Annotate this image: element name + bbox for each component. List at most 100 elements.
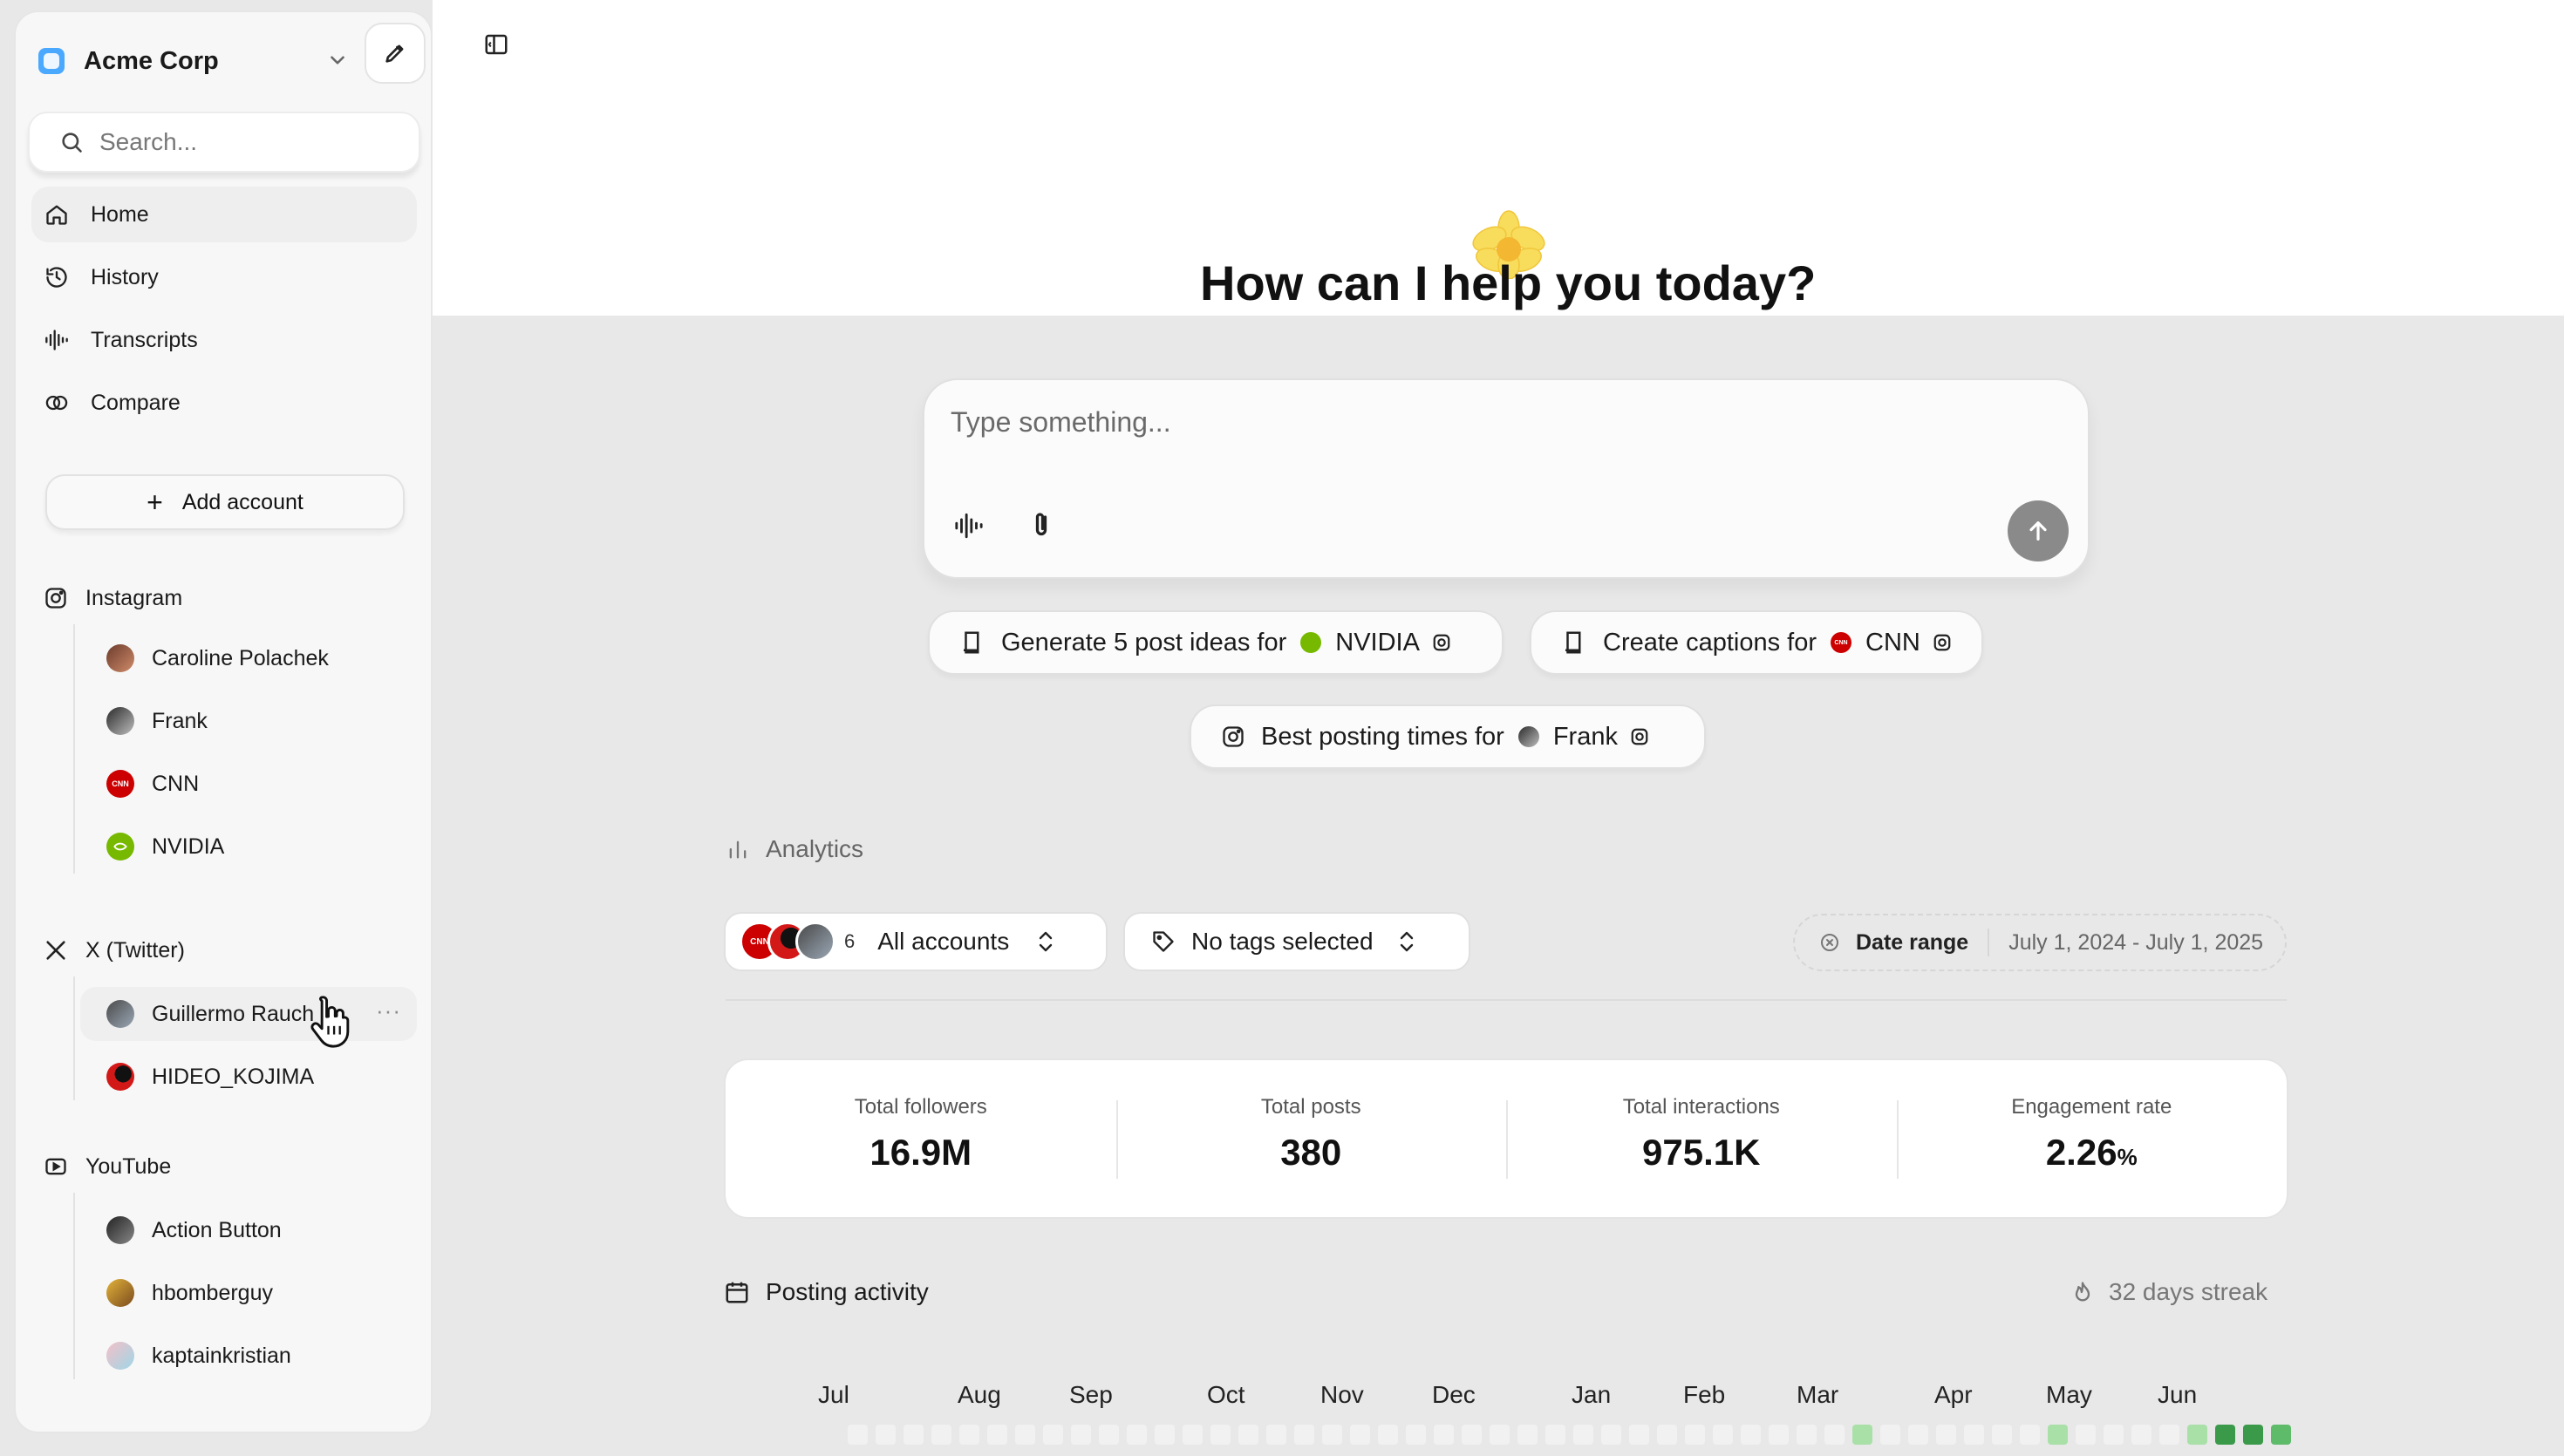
more-options-icon[interactable]: ··· [376, 997, 401, 1024]
heatmap-cell[interactable] [1601, 1425, 1621, 1445]
accounts-filter-select[interactable]: CNN 6 All accounts [724, 912, 1108, 971]
heatmap-cell[interactable] [1071, 1425, 1091, 1445]
heatmap-cell[interactable] [2131, 1425, 2151, 1445]
heatmap-cell[interactable] [2048, 1425, 2068, 1445]
heatmap-cell[interactable] [1685, 1425, 1705, 1445]
heatmap-cell[interactable] [1210, 1425, 1231, 1445]
heatmap-cell[interactable] [1294, 1425, 1314, 1445]
heatmap-cell[interactable] [2187, 1425, 2207, 1445]
heatmap-cell[interactable] [1797, 1425, 1817, 1445]
heatmap-cell[interactable] [1769, 1425, 1789, 1445]
heatmap-cell[interactable] [2243, 1425, 2263, 1445]
heatmap-cell[interactable] [1183, 1425, 1203, 1445]
heatmap-cell[interactable] [1434, 1425, 1454, 1445]
tags-filter-select[interactable]: No tags selected [1123, 912, 1470, 971]
heatmap-cell[interactable] [931, 1425, 951, 1445]
nav-item-home[interactable]: Home [31, 187, 417, 242]
heatmap-cell[interactable] [904, 1425, 924, 1445]
document-icon [1561, 629, 1587, 656]
heatmap-cell[interactable] [1713, 1425, 1733, 1445]
heatmap-cell[interactable] [1964, 1425, 1984, 1445]
heatmap-cell[interactable] [876, 1425, 896, 1445]
heatmap-cell[interactable] [1657, 1425, 1677, 1445]
heatmap-cell[interactable] [1908, 1425, 1928, 1445]
workspace-switcher[interactable]: Acme Corp [38, 30, 370, 92]
heatmap-cell[interactable] [1266, 1425, 1286, 1445]
heatmap-cell[interactable] [2020, 1425, 2040, 1445]
composer-input[interactable]: Type something... [951, 406, 1171, 439]
heatmap-cell[interactable] [1824, 1425, 1845, 1445]
heatmap-cell[interactable] [1015, 1425, 1035, 1445]
suggestion-chip-posting-times[interactable]: Best posting times for Frank [1190, 704, 1706, 769]
nvidia-logo-icon [106, 833, 134, 861]
heatmap-cell[interactable] [1127, 1425, 1147, 1445]
instagram-icon [1630, 727, 1649, 746]
account-item-kaptainkristian[interactable]: kaptainkristian [80, 1329, 417, 1383]
heatmap-cell[interactable] [1490, 1425, 1510, 1445]
heatmap-cell[interactable] [1155, 1425, 1175, 1445]
heatmap-cell[interactable] [2271, 1425, 2291, 1445]
voice-input-icon[interactable] [952, 511, 985, 541]
heatmap-cell[interactable] [1238, 1425, 1258, 1445]
month-label: Dec [1432, 1381, 1476, 1408]
stat-label: Engagement rate [2011, 1095, 2172, 1119]
heatmap-cell[interactable] [1350, 1425, 1370, 1445]
heatmap-cell[interactable] [1322, 1425, 1342, 1445]
heatmap-cell[interactable] [848, 1425, 868, 1445]
account-item-guillermo-rauch[interactable]: Guillermo Rauch ··· [80, 987, 417, 1041]
heatmap-cell[interactable] [2104, 1425, 2124, 1445]
nav-item-history[interactable]: History [31, 249, 417, 305]
platform-header-youtube[interactable]: YouTube [44, 1149, 171, 1184]
account-item-nvidia[interactable]: NVIDIA [80, 820, 417, 874]
account-item-cnn[interactable]: CNN CNN [80, 757, 417, 811]
suggestion-chip-post-ideas[interactable]: Generate 5 post ideas for NVIDIA [928, 610, 1504, 675]
heatmap-cell[interactable] [959, 1425, 979, 1445]
chat-composer[interactable]: Type something... [923, 378, 2090, 579]
platform-header-instagram[interactable]: Instagram [44, 581, 182, 616]
instagram-icon [1432, 633, 1451, 652]
search-input[interactable]: Search... [28, 112, 420, 173]
date-range-picker[interactable]: Date range July 1, 2024 - July 1, 2025 [1793, 914, 2287, 971]
heatmap-cell[interactable] [1741, 1425, 1761, 1445]
heatmap-cell[interactable] [1992, 1425, 2012, 1445]
heatmap-cell[interactable] [1880, 1425, 1900, 1445]
heatmap-cell[interactable] [1099, 1425, 1119, 1445]
heatmap-cell[interactable] [1629, 1425, 1649, 1445]
heatmap-cell[interactable] [987, 1425, 1007, 1445]
account-item-caroline-polachek[interactable]: Caroline Polachek [80, 631, 417, 685]
add-account-button[interactable]: + Add account [45, 474, 405, 530]
heatmap-cell[interactable] [1462, 1425, 1482, 1445]
heatmap-cell[interactable] [1406, 1425, 1426, 1445]
heatmap-cell[interactable] [1517, 1425, 1538, 1445]
send-button[interactable] [2008, 500, 2069, 561]
heatmap-cell[interactable] [2076, 1425, 2096, 1445]
clear-icon[interactable] [1819, 932, 1840, 953]
month-label: May [2046, 1381, 2092, 1408]
new-chat-button[interactable] [365, 23, 426, 84]
account-item-frank[interactable]: Frank [80, 694, 417, 748]
tree-line [73, 1193, 75, 1379]
account-item-hideo-kojima[interactable]: HIDEO_KOJIMA [80, 1050, 417, 1104]
heatmap-cell[interactable] [1043, 1425, 1063, 1445]
heatmap-cell[interactable] [1378, 1425, 1398, 1445]
nav-item-compare[interactable]: Compare [31, 375, 417, 431]
attachment-icon[interactable] [1026, 509, 1057, 541]
heatmap-cell[interactable] [1936, 1425, 1956, 1445]
heatmap-cell[interactable] [1573, 1425, 1593, 1445]
tags-filter-label: No tags selected [1191, 928, 1374, 955]
heatmap-cell[interactable] [2215, 1425, 2235, 1445]
avatar [106, 1342, 134, 1370]
account-name: NVIDIA [152, 833, 225, 859]
waveform-icon [44, 327, 70, 353]
account-item-hbomberguy[interactable]: hbomberguy [80, 1266, 417, 1320]
chevron-down-icon [331, 56, 344, 65]
heatmap-cell[interactable] [2159, 1425, 2179, 1445]
toggle-sidebar-icon[interactable] [483, 31, 509, 58]
stat-label: Total interactions [1622, 1095, 1780, 1119]
suggestion-chip-captions[interactable]: Create captions for CNN CNN [1530, 610, 1983, 675]
heatmap-cell[interactable] [1852, 1425, 1872, 1445]
nav-item-transcripts[interactable]: Transcripts [31, 312, 417, 368]
platform-header-x[interactable]: X (Twitter) [44, 933, 185, 968]
heatmap-cell[interactable] [1545, 1425, 1565, 1445]
account-item-action-button[interactable]: Action Button [80, 1203, 417, 1257]
